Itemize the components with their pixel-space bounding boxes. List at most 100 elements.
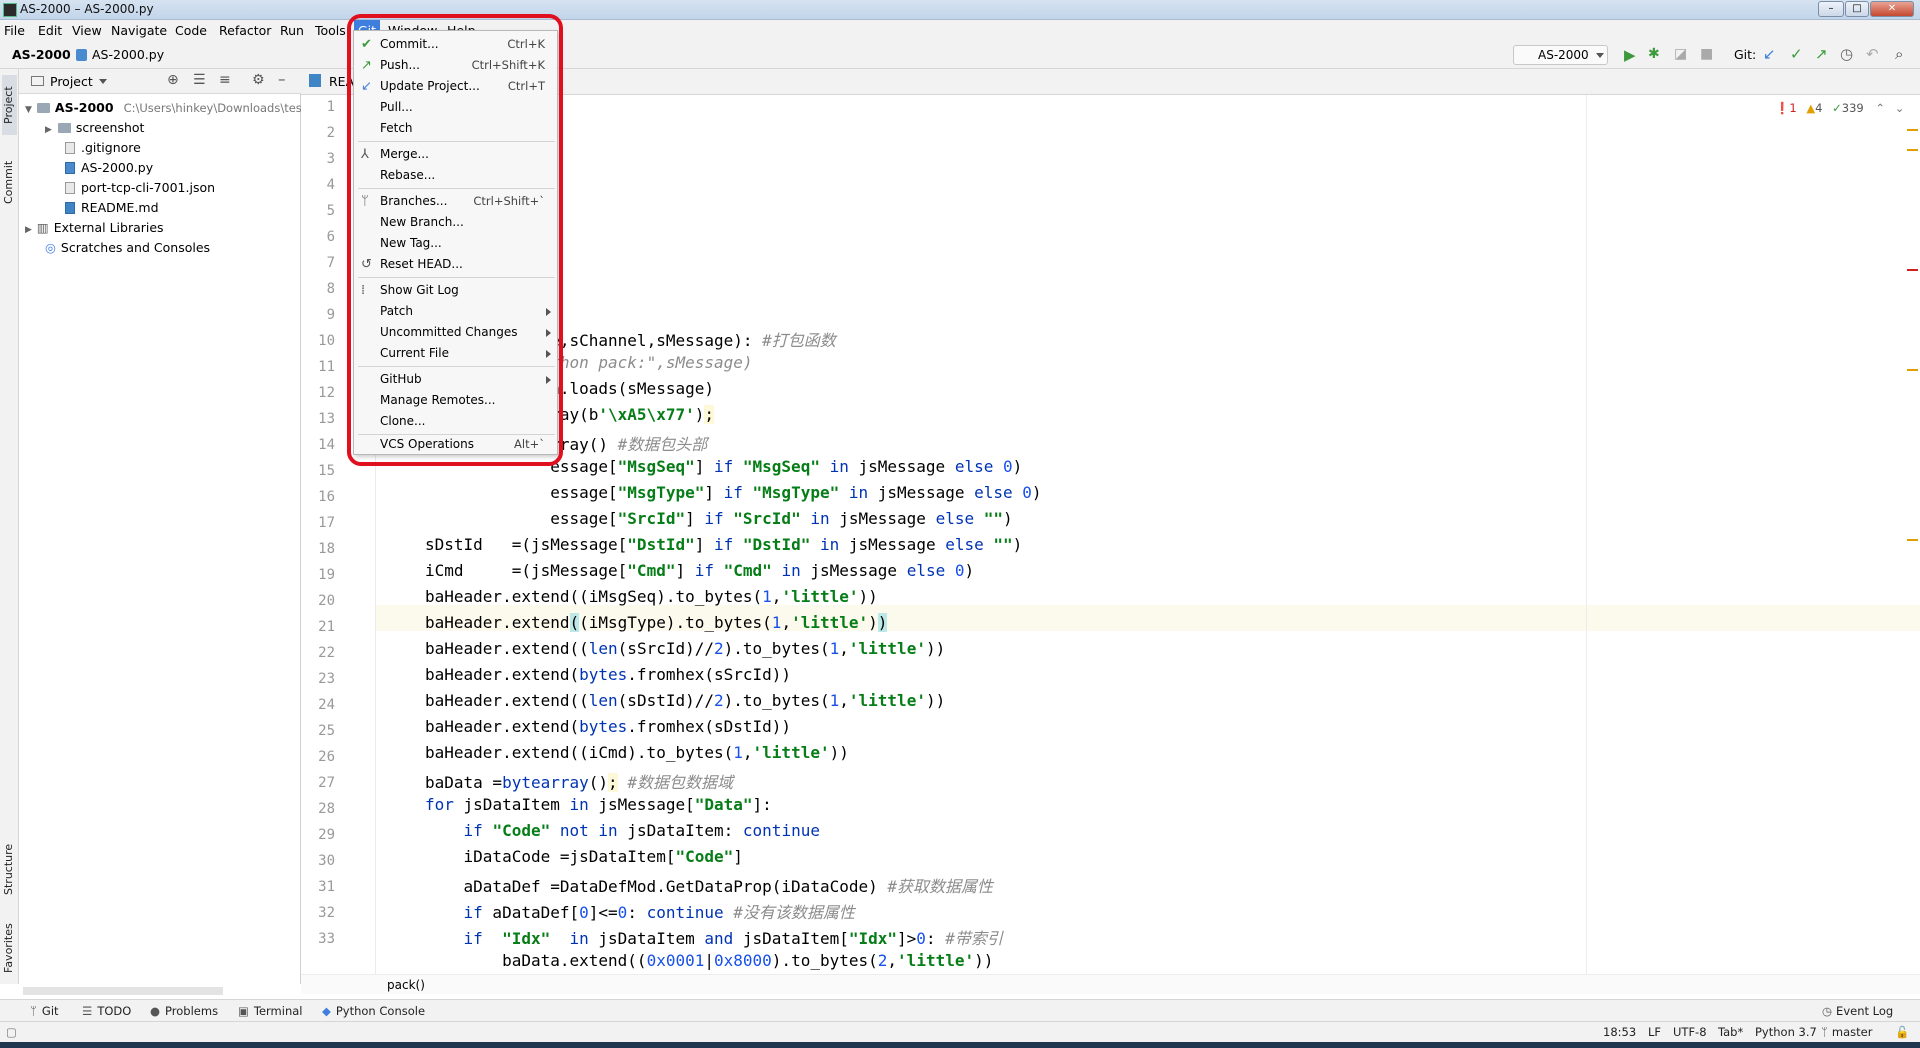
tree-item-as2000-py[interactable]: AS-2000.py xyxy=(65,158,153,178)
hide-panel-icon[interactable]: – xyxy=(278,70,286,88)
tree-external-libraries[interactable]: ▶ ▥ External Libraries xyxy=(25,218,164,238)
code-line-15[interactable]: sDstId =(jsMessage["DstId"] if "DstId" i… xyxy=(425,535,1022,554)
indent-setting[interactable]: Tab* xyxy=(1718,1022,1743,1043)
library-icon: ▥ xyxy=(36,220,49,235)
debug-icon[interactable]: ✱ xyxy=(1648,46,1660,62)
code-line-28[interactable]: aDataDef =DataDefMod.GetDataProp(iDataCo… xyxy=(425,873,993,897)
code-line-19[interactable]: baHeader.extend((len(sSrcId)//2).to_byte… xyxy=(425,639,945,658)
code-line-18[interactable]: baHeader.extend((iMsgType).to_bytes(1,'l… xyxy=(425,613,888,632)
search-icon[interactable]: ⌕ xyxy=(1895,45,1903,63)
python-file-icon xyxy=(76,49,87,61)
code-line-16[interactable]: iCmd =(jsMessage["Cmd"] if "Cmd" in jsMe… xyxy=(425,561,974,580)
menu-edit[interactable]: Edit xyxy=(34,20,66,41)
line-number: 3 xyxy=(326,151,335,167)
breadcrumb-file[interactable]: AS-2000.py xyxy=(92,47,164,62)
file-encoding[interactable]: UTF-8 xyxy=(1673,1022,1707,1043)
line-number: 4 xyxy=(326,177,335,193)
collapse-all-icon[interactable]: ≡ xyxy=(219,72,231,88)
breadcrumb-function[interactable]: pack() xyxy=(387,975,425,995)
locate-icon[interactable]: ⊕ xyxy=(167,72,179,88)
annotation-highlight-box xyxy=(347,14,563,466)
title-bar: AS-2000 – AS-2000.py – □ ✕ xyxy=(0,0,1920,20)
tree-root[interactable]: ▼ AS-2000 C:\Users\hinkey\Downloads\tes xyxy=(25,98,302,118)
status-toggle-icon[interactable]: ▢ xyxy=(6,1022,17,1043)
project-panel-title[interactable]: Project xyxy=(50,74,93,89)
tree-item-gitignore[interactable]: .gitignore xyxy=(65,138,141,158)
branch-icon: ᛘ xyxy=(1821,1025,1828,1039)
code-line-17[interactable]: baHeader.extend((iMsgSeq).to_bytes(1,'li… xyxy=(425,587,878,606)
expand-all-icon[interactable]: ☰ xyxy=(193,72,206,88)
code-line-14[interactable]: essage["SrcId"] if "SrcId" in jsMessage … xyxy=(425,509,1012,528)
inspection-widget[interactable]: ❗1 ▲4 ✓339 ⌃ ⌄ xyxy=(1775,101,1904,115)
git-update-icon[interactable]: ↙ xyxy=(1763,45,1776,63)
python-interpreter[interactable]: Python 3.7 xyxy=(1755,1022,1817,1043)
git-push-icon[interactable]: ↗ xyxy=(1815,45,1828,63)
close-button[interactable]: ✕ xyxy=(1870,1,1914,17)
menu-navigate[interactable]: Navigate xyxy=(107,20,171,41)
code-line-13[interactable]: essage["MsgType"] if "MsgType" in jsMess… xyxy=(425,483,1041,502)
history-icon[interactable]: ◷ xyxy=(1840,45,1853,63)
window-title: AS-2000 – AS-2000.py xyxy=(20,2,154,16)
lock-icon[interactable]: 🔓 xyxy=(1895,1022,1909,1043)
gear-icon[interactable]: ⚙ xyxy=(252,72,265,88)
menu-file[interactable]: File xyxy=(0,20,29,41)
rollback-icon[interactable]: ↶ xyxy=(1866,45,1879,63)
structure-tool-tab[interactable]: Structure xyxy=(2,834,17,904)
run-config-selector[interactable]: AS-2000 xyxy=(1513,45,1608,65)
tree-scratches[interactable]: ◎ Scratches and Consoles xyxy=(45,238,210,258)
tool-tab-event-log[interactable]: ◷ Event Log xyxy=(1822,1000,1893,1022)
coverage-icon[interactable]: ◪ xyxy=(1674,46,1687,62)
menu-code[interactable]: Code xyxy=(171,20,211,41)
code-line-25[interactable]: for jsDataItem in jsMessage["Data"]: xyxy=(425,795,772,814)
tree-item-readme[interactable]: README.md xyxy=(65,198,159,218)
tree-item-json[interactable]: port-tcp-cli-7001.json xyxy=(65,178,215,198)
chevron-down-icon[interactable]: ⌄ xyxy=(1895,101,1905,115)
minimize-button[interactable]: – xyxy=(1818,1,1844,17)
tool-tab-python-console[interactable]: ◆ Python Console xyxy=(322,1000,425,1022)
navigation-bar: AS-2000 AS-2000.py AS-2000 ▶ ✱ ◪ ■ Git: … xyxy=(0,41,1920,69)
chevron-up-icon[interactable]: ⌃ xyxy=(1875,101,1885,115)
git-toolbar-label: Git: xyxy=(1734,47,1757,62)
code-line-29[interactable]: if aDataDef[0]<=0: continue #没有该数据属性 xyxy=(425,899,855,923)
maximize-button[interactable]: □ xyxy=(1845,1,1869,17)
code-line-22[interactable]: baHeader.extend(bytes.fromhex(sDstId)) xyxy=(425,717,791,736)
tool-tab-todo[interactable]: ☰ TODO xyxy=(82,1000,131,1022)
typo-count: 339 xyxy=(1841,101,1864,115)
line-separator[interactable]: LF xyxy=(1648,1022,1661,1043)
stop-icon[interactable]: ■ xyxy=(1700,46,1713,62)
project-tool-tab[interactable]: Project xyxy=(2,75,17,135)
project-panel-header: Project ⊕ ☰ ≡ ⚙ – xyxy=(19,69,301,94)
tree-item-screenshot[interactable]: ▶ screenshot xyxy=(45,118,144,138)
status-bar: ▢ 18:53 LF UTF-8 Tab* Python 3.7 ᛘ master… xyxy=(0,1021,1920,1042)
favorites-tool-tab[interactable]: Favorites xyxy=(2,917,17,979)
chevron-down-icon[interactable] xyxy=(99,79,107,84)
code-line-21[interactable]: baHeader.extend((len(sDstId)//2).to_byte… xyxy=(425,691,945,710)
tool-tab-problems[interactable]: ● Problems xyxy=(150,1000,218,1022)
tool-tab-git[interactable]: ᛘ Git xyxy=(30,1000,59,1022)
file-icon xyxy=(65,142,75,154)
breadcrumb-project[interactable]: AS-2000 xyxy=(12,47,71,62)
code-line-27[interactable]: iDataCode =jsDataItem["Code"] xyxy=(425,847,743,866)
menu-run[interactable]: Run xyxy=(276,20,308,41)
menu-tools[interactable]: Tools xyxy=(311,20,350,41)
git-commit-icon[interactable]: ✓ xyxy=(1790,45,1803,63)
menu-view[interactable]: View xyxy=(68,20,106,41)
code-line-26[interactable]: if "Code" not in jsDataItem: continue xyxy=(425,821,820,840)
code-line-24[interactable]: baData =bytearray(); #数据包数据域 xyxy=(425,769,733,793)
commit-tool-tab[interactable]: Commit xyxy=(2,151,17,213)
run-icon[interactable]: ▶ xyxy=(1624,46,1636,64)
tool-tab-terminal[interactable]: ▣ Terminal xyxy=(238,1000,302,1022)
code-line-31[interactable]: baData.extend((0x0001|0x8000).to_bytes(2… xyxy=(425,951,993,970)
list-icon: ☰ xyxy=(82,1004,93,1018)
error-stripe[interactable] xyxy=(1907,119,1918,939)
line-number: 13 xyxy=(318,411,335,427)
code-line-20[interactable]: baHeader.extend(bytes.fromhex(sSrcId)) xyxy=(425,665,791,684)
line-number: 30 xyxy=(318,853,335,869)
caret-position[interactable]: 18:53 xyxy=(1603,1022,1636,1043)
horizontal-scrollbar[interactable] xyxy=(23,987,223,995)
git-branch[interactable]: ᛘ master xyxy=(1821,1022,1872,1043)
code-line-30[interactable]: if "Idx" in jsDataItem and jsDataItem["I… xyxy=(425,925,1003,949)
line-number: 28 xyxy=(318,801,335,817)
code-line-23[interactable]: baHeader.extend((iCmd).to_bytes(1,'littl… xyxy=(425,743,849,762)
menu-refactor[interactable]: Refactor xyxy=(215,20,275,41)
